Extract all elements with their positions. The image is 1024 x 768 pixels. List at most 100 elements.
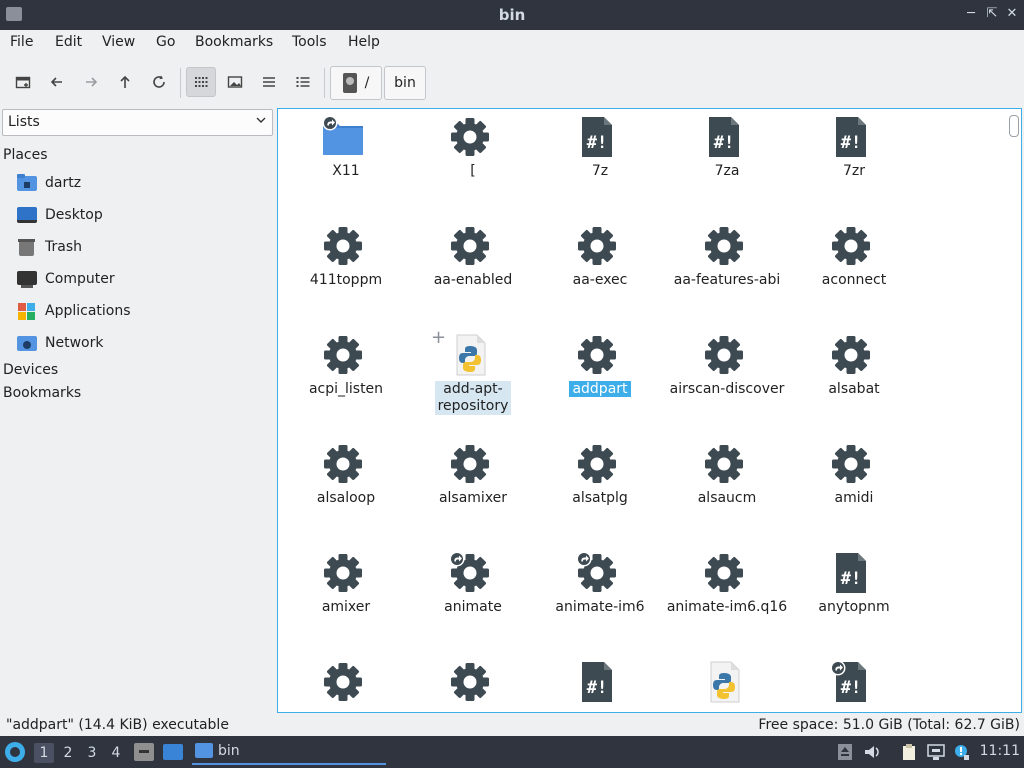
file-label: amixer (282, 599, 410, 616)
file-item[interactable]: alsatplg (536, 436, 656, 541)
file-item[interactable]: #! anytopnm (790, 545, 910, 650)
file-item[interactable]: alsaloop (282, 436, 402, 541)
file-item[interactable] (663, 654, 783, 712)
file-item[interactable]: animate-im6.q16 (663, 545, 787, 650)
sidebar-item-computer[interactable]: Computer (17, 267, 115, 291)
svg-text:#!: #! (841, 678, 861, 698)
file-item[interactable]: animate-im6 (536, 545, 656, 650)
reload-button[interactable] (144, 67, 174, 97)
start-menu-icon[interactable] (5, 742, 25, 762)
workspace-2[interactable]: 2 (58, 743, 78, 763)
vertical-scrollbar[interactable] (1009, 115, 1019, 137)
file-item[interactable]: amixer (282, 545, 402, 650)
menu-file[interactable]: File (10, 34, 33, 50)
executable-gear-icon (449, 660, 491, 704)
breadcrumb-bin[interactable]: bin (384, 66, 426, 100)
breadcrumb-root[interactable]: / (330, 66, 382, 100)
reload-icon (153, 75, 165, 88)
task-bin-window[interactable]: bin (192, 738, 386, 765)
sidebar-item-dartz[interactable]: dartz (17, 171, 81, 195)
sidebar-item-trash[interactable]: Trash (17, 235, 82, 259)
file-item[interactable]: addpart (536, 327, 656, 432)
file-item[interactable]: + add-apt-repository (409, 327, 529, 432)
workspace-3[interactable]: 3 (82, 743, 102, 763)
file-manager-launcher-icon[interactable] (134, 743, 154, 761)
file-item[interactable]: aa-enabled (409, 218, 529, 323)
minimize-icon[interactable]: ─ (962, 5, 980, 23)
sidebar-mode-select[interactable]: Lists (2, 109, 273, 136)
file-label (790, 708, 918, 712)
compact-view-button[interactable] (254, 67, 284, 97)
file-item[interactable]: #! 7zr (790, 109, 910, 214)
file-item[interactable]: [ (409, 109, 529, 214)
menu-edit[interactable]: Edit (55, 34, 82, 50)
clipboard-icon[interactable] (900, 743, 918, 761)
file-label-text: anytopnm (818, 599, 890, 615)
file-label: addpart (536, 381, 664, 398)
file-view[interactable]: X11 [#! 7z #! 7za #! 7zr 411toppm aa-enabled aa-e… (277, 108, 1022, 713)
file-label-text (851, 708, 857, 712)
workspace-4[interactable]: 4 (106, 743, 126, 763)
volume-icon[interactable] (863, 743, 881, 761)
selection-status: "addpart" (14.4 KiB) executable (6, 717, 229, 733)
executable-gear-icon (830, 333, 872, 377)
plus-icon[interactable]: + (431, 329, 446, 347)
executable-gear-icon (830, 442, 872, 486)
new-tab-button[interactable] (8, 67, 38, 97)
bookmarks-heading[interactable]: Bookmarks (3, 385, 81, 401)
file-item[interactable]: 411toppm (282, 218, 402, 323)
clock[interactable]: 11:11 (980, 743, 1020, 759)
file-item[interactable]: animate (409, 545, 529, 650)
file-item[interactable]: acpi_listen (282, 327, 402, 432)
icon-view-button[interactable] (186, 67, 216, 97)
close-icon[interactable]: ✕ (1003, 5, 1021, 23)
file-label: add-apt-repository (409, 381, 537, 415)
file-item[interactable]: aa-features-abi (663, 218, 783, 323)
sidebar-item-desktop[interactable]: Desktop (17, 203, 103, 227)
sidebar-item-network[interactable]: Network (17, 331, 103, 355)
file-item[interactable]: #! 7z (536, 109, 656, 214)
file-label: 7zr (790, 163, 918, 180)
executable-gear-icon (703, 551, 745, 595)
sidebar-item-applications[interactable]: Applications (17, 299, 131, 323)
file-item[interactable]: airscan-discover (663, 327, 784, 432)
file-item[interactable]: aconnect (790, 218, 910, 323)
file-label-text: amixer (321, 599, 371, 615)
places-heading[interactable]: Places (3, 147, 48, 163)
file-item[interactable]: #! (536, 654, 656, 712)
file-label-text: airscan-discover (669, 381, 785, 397)
menu-bookmarks[interactable]: Bookmarks (195, 34, 273, 50)
workspace-1[interactable]: 1 (34, 743, 54, 763)
file-label: 411toppm (282, 272, 410, 289)
detailed-view-button[interactable] (288, 67, 318, 97)
file-item[interactable]: amidi (790, 436, 910, 541)
file-label-text (597, 708, 603, 712)
sidebar-item-label: dartz (45, 175, 82, 191)
file-item[interactable]: #! (790, 654, 910, 712)
maximize-icon[interactable]: ⇱ (983, 5, 1001, 23)
eject-icon[interactable] (836, 743, 854, 761)
thumbnail-view-button[interactable] (220, 67, 250, 97)
menu-view[interactable]: View (102, 34, 135, 50)
network-tray-icon[interactable] (927, 743, 945, 761)
menu-help[interactable]: Help (348, 34, 380, 50)
svg-text:#!: #! (841, 133, 861, 153)
file-item[interactable]: aa-exec (536, 218, 656, 323)
file-item[interactable] (409, 654, 529, 712)
menu-go[interactable]: Go (156, 34, 175, 50)
file-item[interactable] (282, 654, 402, 712)
notification-icon[interactable] (952, 743, 970, 761)
back-button[interactable] (42, 67, 72, 97)
drive-icon (342, 73, 357, 93)
forward-button[interactable] (76, 67, 106, 97)
menu-tools[interactable]: Tools (292, 34, 327, 50)
file-item[interactable]: alsabat (790, 327, 910, 432)
show-desktop-icon[interactable] (163, 744, 183, 760)
file-item[interactable]: alsaucm (663, 436, 783, 541)
file-label (282, 708, 410, 712)
file-item[interactable]: alsamixer (409, 436, 529, 541)
file-item[interactable]: X11 (282, 109, 402, 214)
devices-heading[interactable]: Devices (3, 362, 58, 378)
up-button[interactable] (110, 67, 140, 97)
file-item[interactable]: #! 7za (663, 109, 783, 214)
